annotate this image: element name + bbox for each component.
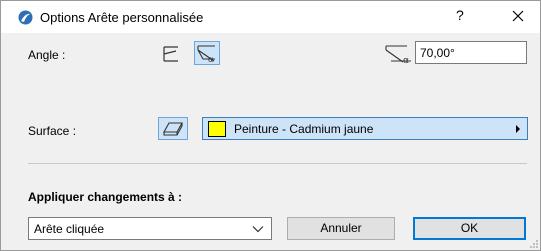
dialog-body: Angle : α α 70,00° Surface : Peinture - … [1,33,540,250]
chevron-down-icon [252,226,264,233]
angle-value: 70,00° [420,46,455,60]
surface-material-picker[interactable]: Peinture - Cadmium jaune [202,117,528,140]
edge-profile-icon [163,46,178,62]
cancel-button[interactable]: Annuler [287,217,395,240]
surface-label: Surface : [28,124,77,138]
edge-angle-mode-button[interactable] [159,42,185,66]
window-title: Options Arête personnalisée [40,10,204,25]
material-color-swatch [208,121,226,137]
angle-label: Angle : [28,48,66,62]
angle-mode-button[interactable]: α [194,41,220,65]
surface-icon [163,122,183,136]
angle-value-icon: α [385,45,411,65]
title-bar: Options Arête personnalisée ? [1,1,540,33]
apply-to-dropdown[interactable]: Arête cliquée [28,217,272,240]
close-icon[interactable] [506,4,530,28]
apply-to-selected: Arête cliquée [34,222,105,236]
options-dialog: Options Arête personnalisée ? Angle : α … [0,0,541,251]
angle-value-input[interactable]: 70,00° [415,41,527,64]
ok-button[interactable]: OK [413,217,526,240]
apply-changes-label: Appliquer changements à : [28,190,183,204]
surface-override-button[interactable] [158,117,188,140]
app-icon [18,10,33,25]
divider [28,163,527,164]
chevron-right-icon [516,125,520,133]
help-button[interactable]: ? [456,7,464,23]
svg-text:α: α [403,56,409,65]
svg-text:α: α [208,55,213,64]
resize-grip-icon[interactable] [529,239,539,249]
angle-icon: α [197,45,215,64]
material-name: Peinture - Cadmium jaune [234,122,374,136]
